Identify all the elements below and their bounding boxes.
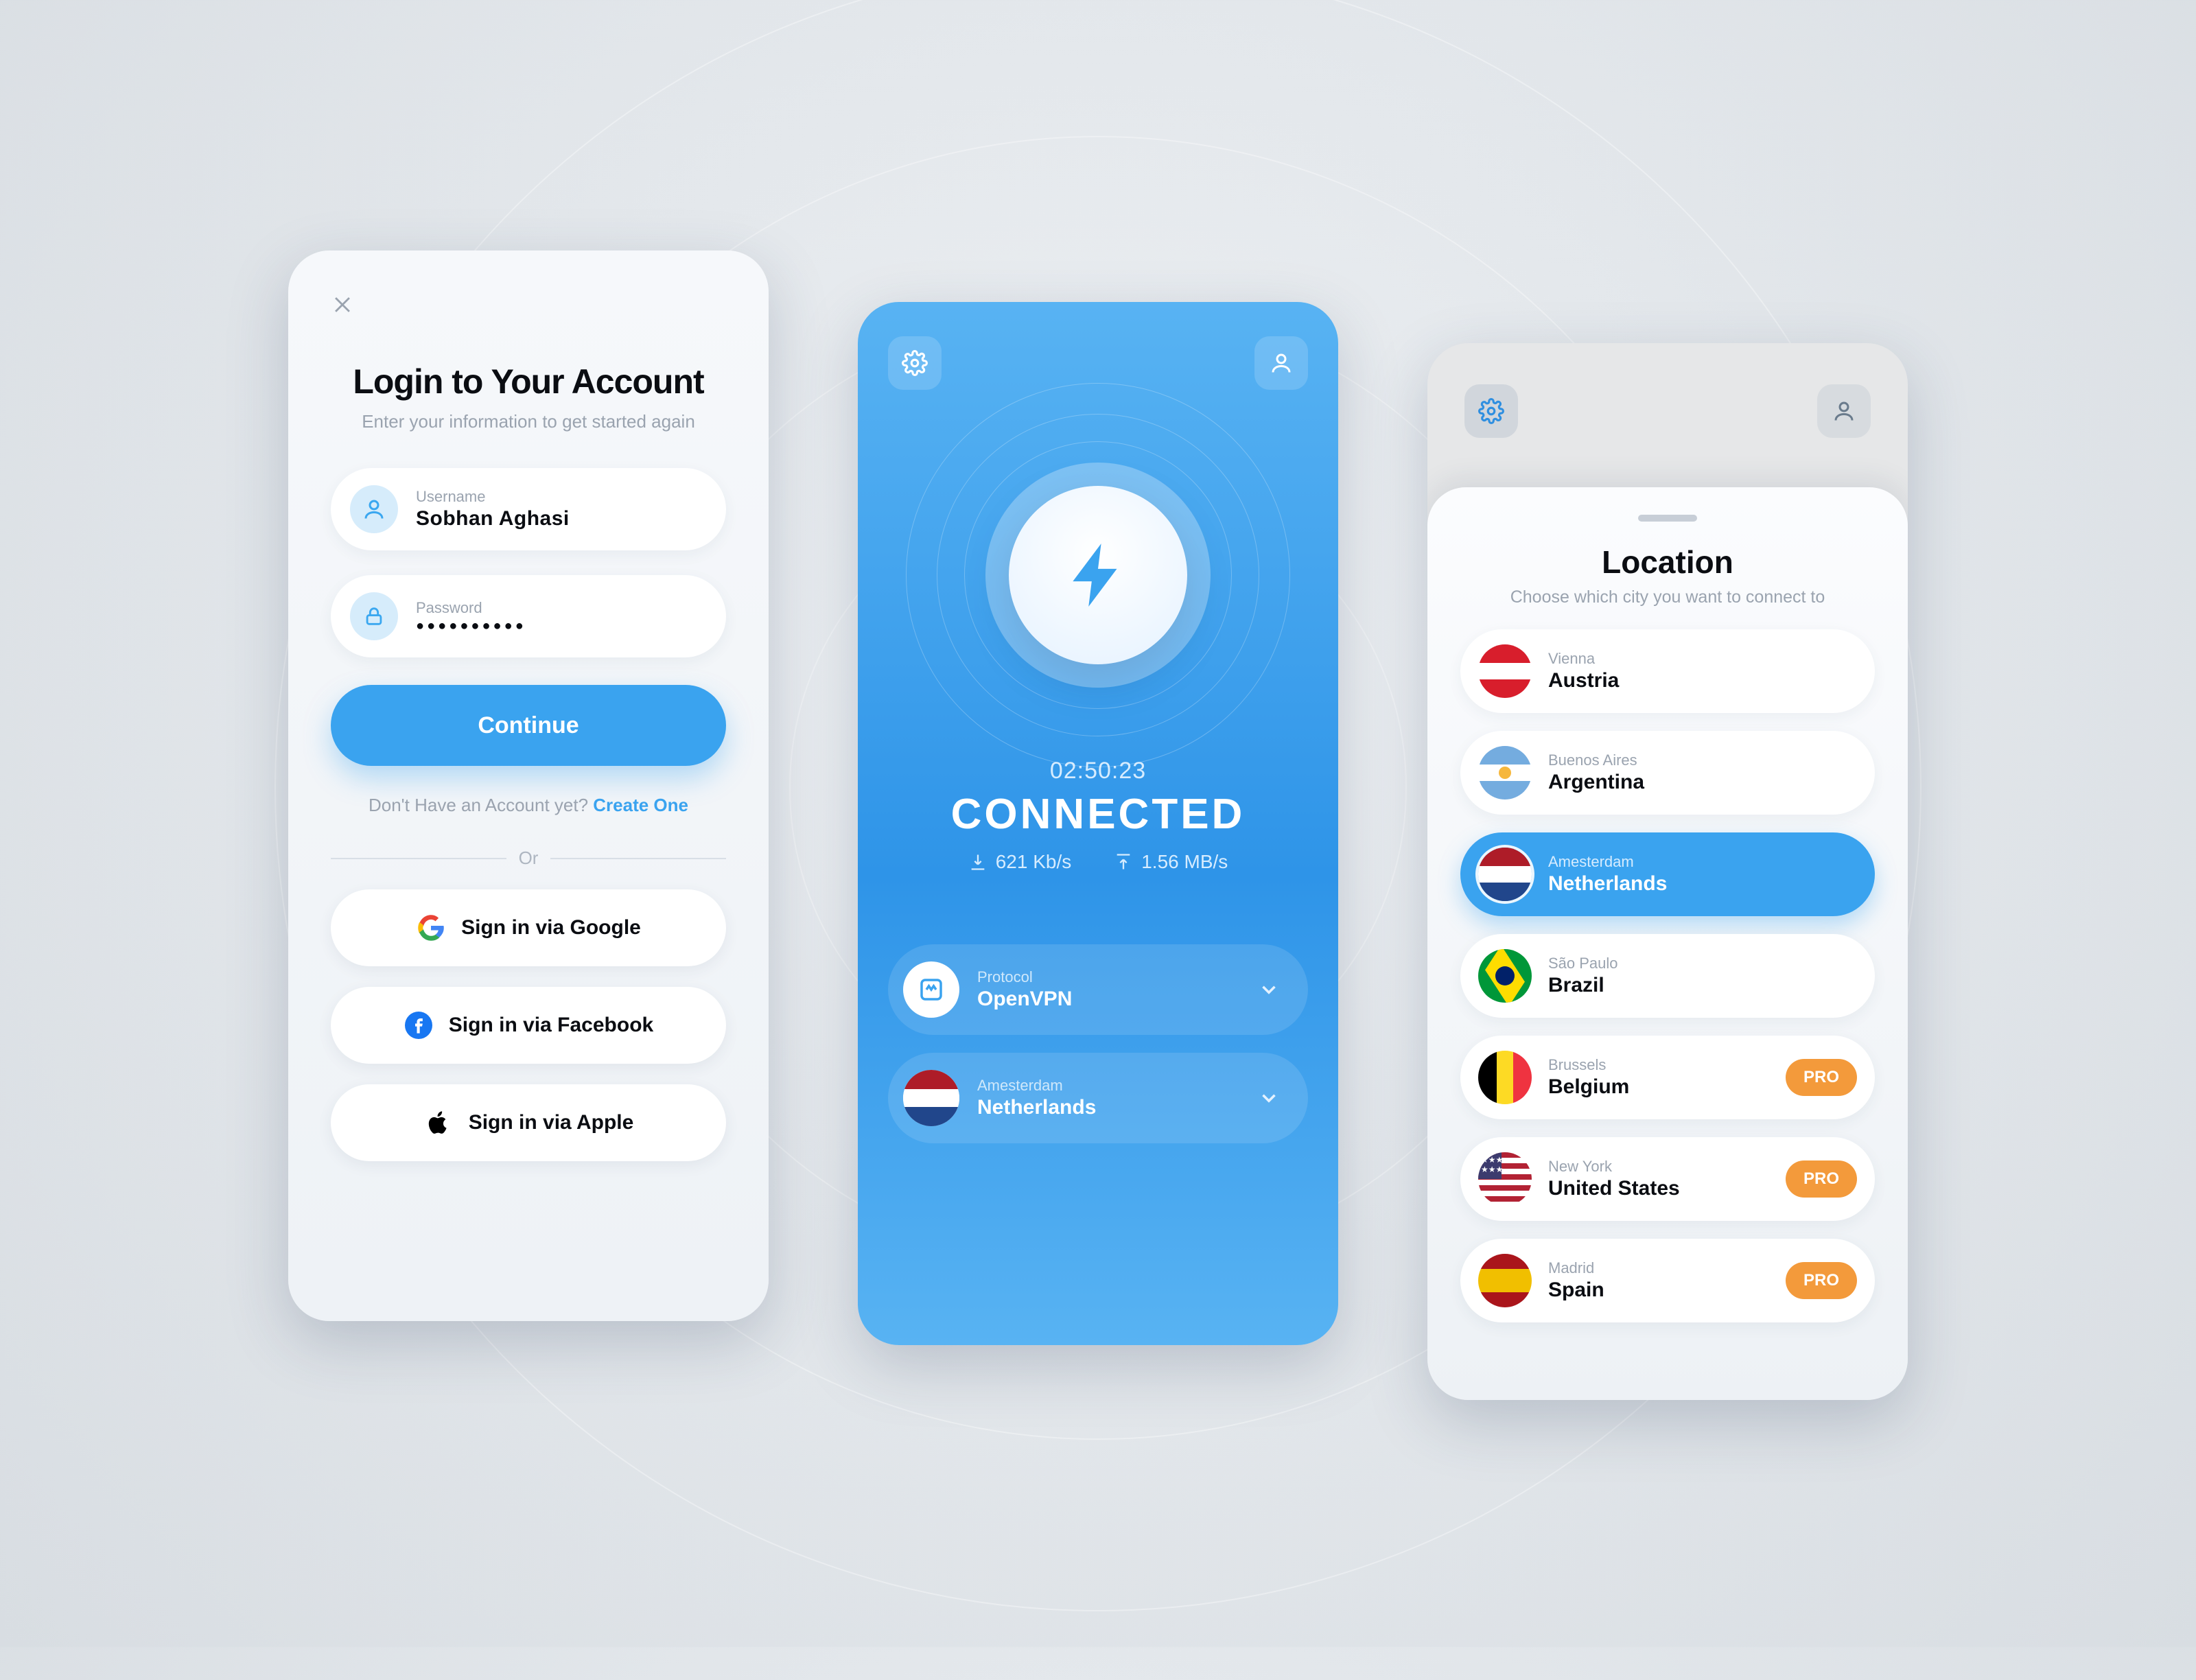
chevron-down-icon	[1257, 1086, 1281, 1110]
google-icon	[416, 913, 446, 943]
location-country: Spain	[1548, 1279, 1786, 1302]
location-selector[interactable]: Amesterdam Netherlands	[888, 1053, 1308, 1143]
protocol-selector[interactable]: Protocol OpenVPN	[888, 944, 1308, 1035]
upload-icon	[1114, 852, 1133, 872]
protocol-value: OpenVPN	[977, 988, 1257, 1011]
protocol-label: Protocol	[977, 968, 1257, 986]
continue-button[interactable]: Continue	[331, 685, 726, 766]
signin-google-label: Sign in via Google	[461, 916, 641, 940]
sheet-grabber[interactable]	[1638, 515, 1697, 522]
brazil-flag-icon	[1478, 949, 1532, 1003]
signup-line: Don't Have an Account yet? Create One	[331, 795, 726, 816]
pro-badge: PRO	[1786, 1160, 1857, 1198]
location-item-netherlands[interactable]: AmesterdamNetherlands	[1460, 832, 1875, 916]
bolt-icon	[1060, 537, 1136, 613]
username-label: Username	[416, 488, 570, 506]
location-country: Argentina	[1548, 771, 1857, 794]
person-icon	[350, 485, 398, 533]
location-title: Location	[1460, 544, 1875, 581]
location-item-usa[interactable]: New YorkUnited StatesPRO	[1460, 1137, 1875, 1221]
austria-flag-icon	[1478, 644, 1532, 698]
pro-badge: PRO	[1786, 1059, 1857, 1096]
facebook-icon	[404, 1010, 434, 1040]
signin-apple-button[interactable]: Sign in via Apple	[331, 1084, 726, 1161]
download-speed: 621 Kb/s	[968, 851, 1072, 873]
location-city: Buenos Aires	[1548, 751, 1857, 769]
signup-prefix: Don't Have an Account yet?	[369, 795, 593, 815]
speed-row: 621 Kb/s 1.56 MB/s	[888, 851, 1308, 873]
location-city: New York	[1548, 1158, 1786, 1176]
chevron-down-icon	[1257, 978, 1281, 1001]
login-screen: Login to Your Account Enter your informa…	[288, 250, 769, 1321]
location-item-austria[interactable]: ViennaAustria	[1460, 629, 1875, 713]
location-item-brazil[interactable]: São Paulo Brazil	[1460, 934, 1875, 1018]
location-country: Brazil	[1548, 974, 1857, 997]
login-title: Login to Your Account	[331, 362, 726, 401]
settings-icon[interactable]	[1464, 384, 1518, 438]
or-label: Or	[519, 848, 539, 869]
download-value: 621 Kb/s	[996, 851, 1072, 873]
create-one-link[interactable]: Create One	[593, 795, 688, 815]
netherlands-flag-icon	[1478, 848, 1532, 901]
download-icon	[968, 852, 988, 872]
location-country: United States	[1548, 1177, 1786, 1200]
location-screen: Location Choose which city you want to c…	[1427, 343, 1908, 1400]
pro-badge: PRO	[1786, 1262, 1857, 1299]
location-item-spain[interactable]: Madrid SpainPRO	[1460, 1239, 1875, 1322]
connection-dial[interactable]	[888, 397, 1308, 754]
usa-flag-icon	[1478, 1152, 1532, 1206]
location-country: Austria	[1548, 669, 1857, 692]
netherlands-flag-icon	[903, 1070, 959, 1126]
location-country: Netherlands	[1548, 872, 1857, 896]
password-value: ●●●●●●●●●●	[416, 618, 526, 634]
profile-icon[interactable]	[1817, 384, 1871, 438]
location-city: Amesterdam	[977, 1077, 1257, 1095]
connected-screen: 02:50:23 CONNECTED 621 Kb/s 1.56 MB/s Pr…	[858, 302, 1338, 1345]
location-sheet: Location Choose which city you want to c…	[1427, 487, 1908, 1400]
signin-facebook-button[interactable]: Sign in via Facebook	[331, 987, 726, 1064]
location-list: ViennaAustria Buenos Aires Argentina Ameste…	[1460, 629, 1875, 1322]
or-divider: Or	[331, 848, 726, 869]
settings-icon[interactable]	[888, 336, 942, 390]
connection-status: CONNECTED	[888, 790, 1308, 839]
location-city: Vienna	[1548, 650, 1857, 668]
signin-google-button[interactable]: Sign in via Google	[331, 889, 726, 966]
profile-icon[interactable]	[1254, 336, 1308, 390]
username-field[interactable]: Username Sobhan Aghasi	[331, 468, 726, 550]
password-field[interactable]: Password ●●●●●●●●●●	[331, 575, 726, 657]
username-value: Sobhan Aghasi	[416, 507, 570, 530]
upload-speed: 1.56 MB/s	[1114, 851, 1228, 873]
location-city: Amesterdam	[1548, 853, 1857, 871]
apple-icon	[423, 1108, 454, 1138]
password-label: Password	[416, 599, 526, 617]
location-city: Madrid	[1548, 1259, 1786, 1277]
continue-label: Continue	[478, 712, 579, 739]
login-subtitle: Enter your information to get started ag…	[331, 411, 726, 432]
location-item-argentina[interactable]: Buenos Aires Argentina	[1460, 731, 1875, 815]
location-city: São Paulo	[1548, 955, 1857, 972]
belgium-flag-icon	[1478, 1051, 1532, 1104]
lock-icon	[350, 592, 398, 640]
signin-facebook-label: Sign in via Facebook	[449, 1014, 653, 1037]
location-subtitle: Choose which city you want to connect to	[1460, 587, 1875, 607]
upload-value: 1.56 MB/s	[1141, 851, 1228, 873]
location-city: Brussels	[1548, 1056, 1786, 1074]
close-icon[interactable]	[331, 293, 360, 322]
argentina-flag-icon	[1478, 746, 1532, 800]
spain-flag-icon	[1478, 1254, 1532, 1307]
protocol-icon	[903, 961, 959, 1018]
location-country: Belgium	[1548, 1075, 1786, 1099]
location-item-belgium[interactable]: BrusselsBelgiumPRO	[1460, 1036, 1875, 1119]
location-country: Netherlands	[977, 1096, 1257, 1119]
signin-apple-label: Sign in via Apple	[469, 1111, 634, 1134]
